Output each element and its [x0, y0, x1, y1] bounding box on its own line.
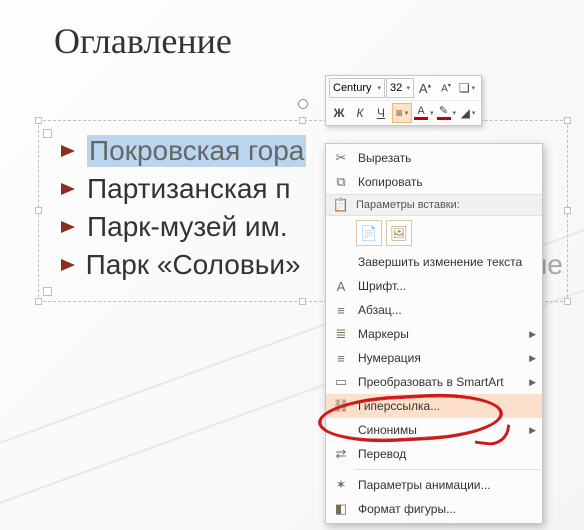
menu-numbering[interactable]: ≡ Нумерация ▶	[326, 346, 542, 370]
bullet-icon	[61, 259, 80, 271]
font-family-select[interactable]: Century	[329, 78, 385, 98]
menu-copy[interactable]: ⧉ Копировать	[326, 170, 542, 194]
font-color-button[interactable]: A	[413, 103, 435, 123]
menu-finish-edit[interactable]: Завершить изменение текста	[326, 250, 542, 274]
resize-handle[interactable]	[35, 117, 42, 124]
hyperlink-icon: ⛓	[330, 395, 352, 417]
resize-handle[interactable]	[35, 298, 42, 305]
chevron-right-icon: ▶	[529, 329, 536, 340]
font-size-select[interactable]: 32	[386, 78, 414, 98]
paste-options: 📄 🖼	[326, 216, 542, 250]
pen-icon: ✎	[439, 106, 448, 116]
bullets-icon: ≣	[330, 323, 352, 345]
list-text: Покровская гора	[87, 135, 306, 167]
list-text: Парк-музей им.	[87, 211, 288, 243]
translate-icon: ⇄	[330, 443, 352, 465]
clipboard-picture-icon: 🖼	[390, 225, 408, 242]
resize-handle[interactable]	[299, 298, 306, 305]
brush-icon: ◢	[461, 106, 470, 120]
smartart-icon: ▭	[330, 371, 352, 393]
cut-icon: ✂	[330, 147, 352, 169]
rotate-handle[interactable]	[298, 99, 308, 109]
shrink-font-button[interactable]: A▾	[436, 78, 456, 98]
menu-cut[interactable]: ✂ Вырезать	[326, 146, 542, 170]
menu-hyperlink[interactable]: ⛓ Гиперссылка...	[326, 394, 542, 418]
numbering-icon: ≡	[330, 347, 352, 369]
paste-keep-source-button[interactable]: 📄	[356, 220, 382, 246]
menu-font[interactable]: A Шрифт...	[326, 274, 542, 298]
menu-translate[interactable]: ⇄ Перевод	[326, 442, 542, 466]
bullet-icon	[61, 145, 81, 157]
highlight-button[interactable]: ✎	[436, 103, 458, 123]
format-painter-button[interactable]: ❏	[457, 78, 477, 98]
styles-button[interactable]: ◢	[458, 103, 478, 123]
bullet-icon	[61, 183, 81, 195]
paste-text-only-button[interactable]: 🖼	[386, 220, 412, 246]
context-menu: ✂ Вырезать ⧉ Копировать 📋 Параметры вста…	[325, 143, 543, 524]
paragraph-icon: ≡	[330, 299, 352, 321]
grow-font-button[interactable]: A▴	[415, 78, 435, 98]
align-button[interactable]: ≡	[392, 103, 412, 123]
menu-format-shape[interactable]: ◧ Формат фигуры...	[326, 497, 542, 521]
menu-synonyms[interactable]: Синонимы ▶	[326, 418, 542, 442]
brush-icon: ❏	[459, 81, 470, 95]
menu-separator	[354, 469, 541, 470]
copy-icon: ⧉	[330, 171, 352, 193]
clipboard-icon: 📋	[330, 194, 352, 216]
animation-icon: ✶	[330, 474, 352, 496]
resize-handle[interactable]	[564, 117, 571, 124]
bullet-icon	[61, 221, 81, 233]
format-shape-icon: ◧	[330, 498, 352, 520]
clipboard-icon: 📄	[360, 225, 377, 242]
chevron-right-icon: ▶	[529, 377, 536, 388]
font-icon: A	[330, 275, 352, 297]
menu-animation[interactable]: ✶ Параметры анимации...	[326, 473, 542, 497]
italic-button[interactable]: К	[350, 103, 370, 123]
list-text: Парк «Соловьи»	[86, 249, 301, 281]
resize-handle[interactable]	[564, 298, 571, 305]
resize-handle[interactable]	[564, 207, 571, 214]
align-left-icon: ≡	[396, 106, 403, 120]
mini-toolbar: Century 32 A▴ A▾ ❏ Ж К Ч ≡ A ✎ ◢	[325, 75, 482, 126]
bold-button[interactable]: Ж	[329, 103, 349, 123]
page-title: Оглавление	[54, 20, 232, 62]
underline-button[interactable]: Ч	[371, 103, 391, 123]
resize-handle[interactable]	[299, 117, 306, 124]
menu-smartart[interactable]: ▭ Преобразовать в SmartArt ▶	[326, 370, 542, 394]
menu-paragraph[interactable]: ≡ Абзац...	[326, 298, 542, 322]
chevron-right-icon: ▶	[529, 425, 536, 436]
list-text: Партизанская п	[87, 173, 291, 205]
menu-bullets[interactable]: ≣ Маркеры ▶	[326, 322, 542, 346]
resize-handle[interactable]	[35, 207, 42, 214]
paste-options-header: 📋 Параметры вставки:	[326, 194, 542, 216]
chevron-right-icon: ▶	[529, 353, 536, 364]
